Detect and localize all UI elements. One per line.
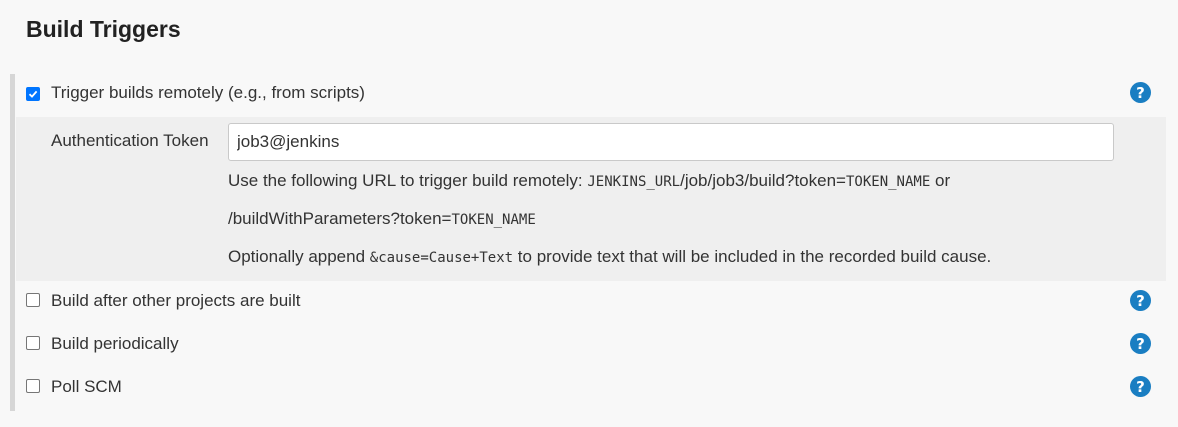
question-circle-icon[interactable]: ? [1130,290,1151,311]
question-circle-icon[interactable]: ? [1130,82,1151,103]
trigger-remote-checkbox[interactable] [26,87,40,101]
section-title: Build Triggers [26,16,181,42]
trigger-periodically-row: Build periodically [16,333,1178,357]
remote-trigger-config: Authentication Token Use the following U… [16,117,1166,281]
help-text: Optionally append [228,247,370,266]
auth-token-label: Authentication Token [51,131,209,150]
question-circle-icon[interactable]: ? [1130,333,1151,354]
auth-token-help-line-2: /buildWithParameters?token=TOKEN_NAME [228,209,536,229]
help-code: &cause=Cause+Text [369,250,514,266]
checkmark-icon [28,90,38,98]
help-text: to provide text that will be included in… [513,247,992,266]
help-text: /job/job3/build?token= [680,171,846,190]
section-indent-bar [10,74,15,411]
help-code: TOKEN_NAME [845,174,931,190]
help-text: Use the following URL to trigger build r… [228,171,588,190]
trigger-periodically-checkbox[interactable] [26,336,40,350]
trigger-poll-scm-checkbox[interactable] [26,379,40,393]
question-circle-icon[interactable]: ? [1130,376,1151,397]
trigger-remote-row: Trigger builds remotely (e.g., from scri… [16,82,1178,106]
auth-token-help-line-1: Use the following URL to trigger build r… [228,171,950,191]
trigger-after-other-projects-label[interactable]: Build after other projects are built [51,291,300,311]
trigger-after-other-projects-checkbox[interactable] [26,293,40,307]
trigger-poll-scm-label[interactable]: Poll SCM [51,377,122,397]
auth-token-input[interactable] [228,123,1114,161]
help-code: TOKEN_NAME [451,212,536,228]
help-text: /buildWithParameters?token= [228,209,452,228]
trigger-remote-label[interactable]: Trigger builds remotely (e.g., from scri… [51,83,365,103]
help-code: JENKINS_URL [587,174,681,190]
trigger-periodically-label[interactable]: Build periodically [51,334,179,354]
trigger-poll-scm-row: Poll SCM [16,376,1178,400]
auth-token-help-line-3: Optionally append &cause=Cause+Text to p… [228,247,991,267]
trigger-after-other-projects-row: Build after other projects are built [16,290,1178,314]
help-text: or [930,171,951,190]
